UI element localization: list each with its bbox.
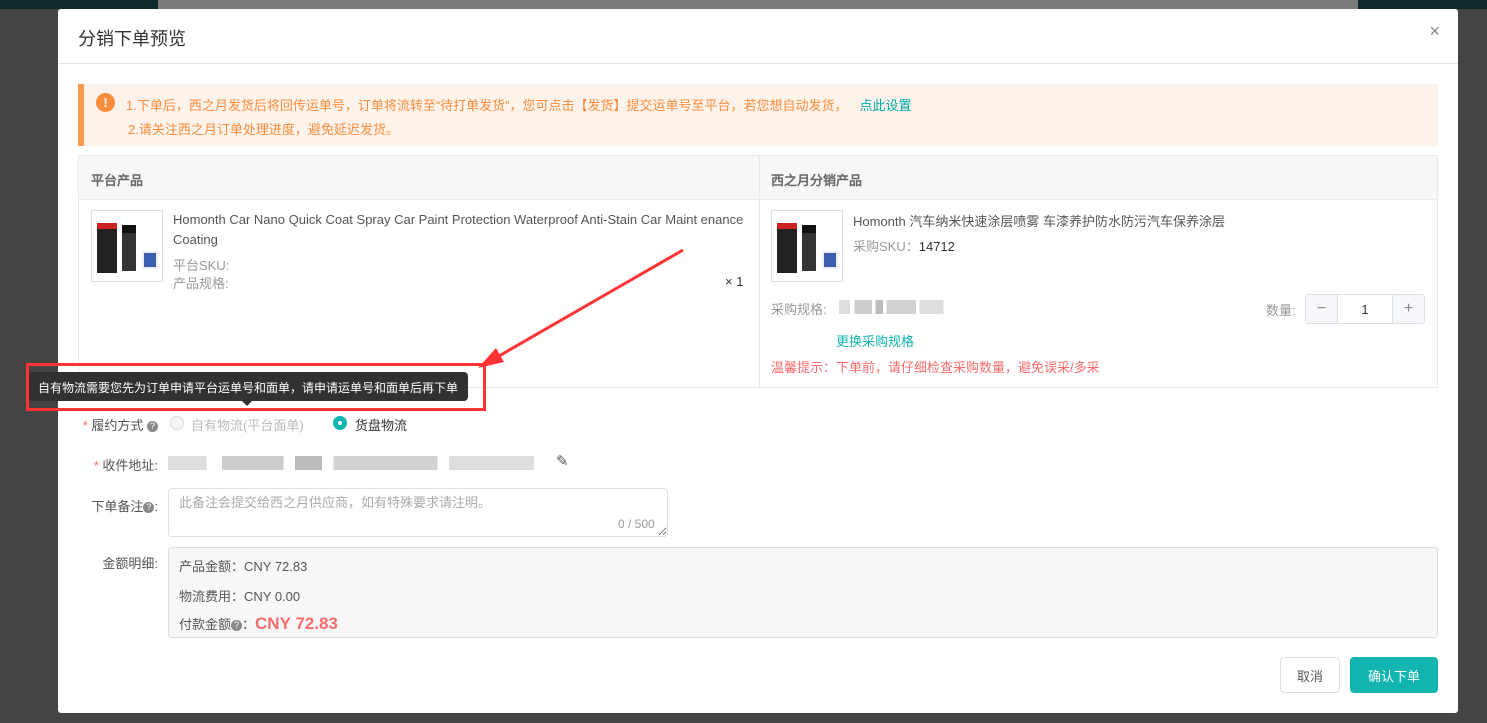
annotation-arrow	[478, 248, 684, 368]
annotation-highlight-box	[26, 363, 486, 411]
